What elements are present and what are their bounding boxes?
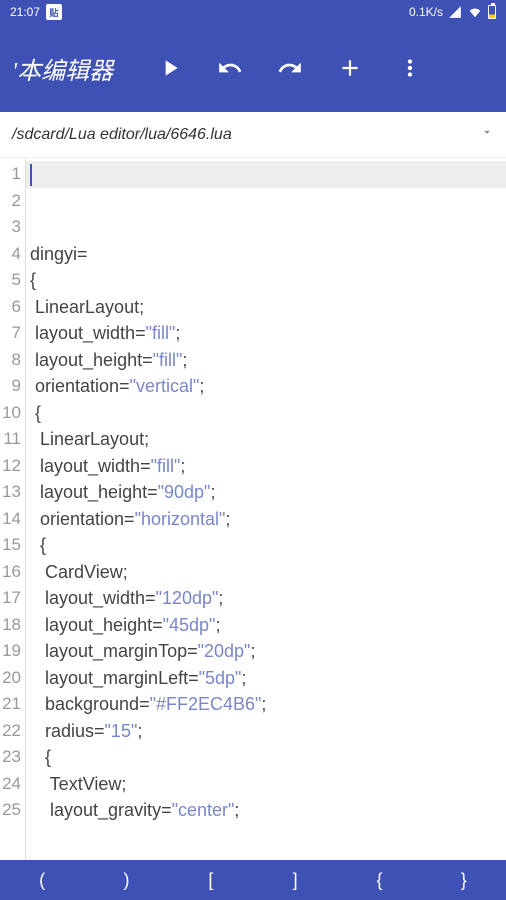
status-time: 21:07: [10, 5, 40, 19]
line-number: 11: [0, 426, 25, 453]
code-line[interactable]: LinearLayout;: [30, 294, 506, 321]
code-line[interactable]: dingyi=: [30, 241, 506, 268]
line-number: 12: [0, 453, 25, 480]
line-number: 24: [0, 771, 25, 798]
code-line[interactable]: layout_width="fill";: [30, 320, 506, 347]
line-number: 4: [0, 241, 25, 268]
symbol-key[interactable]: {: [337, 860, 421, 900]
line-number: 3: [0, 214, 25, 241]
code-line[interactable]: CardView;: [30, 559, 506, 586]
code-line[interactable]: {: [30, 532, 506, 559]
line-gutter: 1234567891011121314151617181920212223242…: [0, 158, 26, 860]
line-number: 16: [0, 559, 25, 586]
app-bar: '本编辑器: [0, 24, 506, 112]
symbol-bar: ()[]{}: [0, 860, 506, 900]
symbol-key[interactable]: [: [169, 860, 253, 900]
line-number: 14: [0, 506, 25, 533]
battery-icon: [488, 5, 496, 19]
code-line[interactable]: [30, 188, 506, 215]
code-line[interactable]: layout_marginTop="20dp";: [30, 638, 506, 665]
line-number: 7: [0, 320, 25, 347]
code-line[interactable]: background="#FF2EC4B6";: [30, 691, 506, 718]
line-number: 21: [0, 691, 25, 718]
run-button[interactable]: [142, 40, 198, 96]
line-number: 2: [0, 188, 25, 215]
code-line[interactable]: layout_marginLeft="5dp";: [30, 665, 506, 692]
line-number: 15: [0, 532, 25, 559]
code-line[interactable]: orientation="horizontal";: [30, 506, 506, 533]
line-number: 22: [0, 718, 25, 745]
code-line[interactable]: [30, 214, 506, 241]
undo-button[interactable]: [202, 40, 258, 96]
code-line[interactable]: orientation="vertical";: [30, 373, 506, 400]
line-number: 25: [0, 797, 25, 824]
code-line[interactable]: layout_height="90dp";: [30, 479, 506, 506]
line-number: 17: [0, 585, 25, 612]
symbol-key[interactable]: (: [0, 860, 84, 900]
line-number: 20: [0, 665, 25, 692]
code-line[interactable]: {: [30, 744, 506, 771]
code-line[interactable]: layout_height="45dp";: [30, 612, 506, 639]
code-line[interactable]: LinearLayout;: [30, 426, 506, 453]
line-number: 19: [0, 638, 25, 665]
code-editor[interactable]: 1234567891011121314151617181920212223242…: [0, 158, 506, 860]
code-line[interactable]: layout_width="fill";: [30, 453, 506, 480]
symbol-key[interactable]: ): [84, 860, 168, 900]
line-number: 6: [0, 294, 25, 321]
code-line[interactable]: layout_width="120dp";: [30, 585, 506, 612]
code-line[interactable]: layout_gravity="center";: [30, 797, 506, 824]
line-number: 18: [0, 612, 25, 639]
code-area[interactable]: dingyi={ LinearLayout; layout_width="fil…: [26, 158, 506, 860]
line-number: 13: [0, 479, 25, 506]
status-badge-icon: 贴: [46, 4, 62, 20]
line-number: 5: [0, 267, 25, 294]
line-number: 10: [0, 400, 25, 427]
line-number: 23: [0, 744, 25, 771]
app-title: '本编辑器: [8, 51, 138, 86]
network-speed: 0.1K/s: [409, 5, 443, 19]
line-number: 9: [0, 373, 25, 400]
path-bar[interactable]: /sdcard/Lua editor/lua/6646.lua: [0, 112, 506, 158]
code-line[interactable]: [30, 161, 506, 188]
code-line[interactable]: layout_height="fill";: [30, 347, 506, 374]
symbol-key[interactable]: }: [422, 860, 506, 900]
symbol-key[interactable]: ]: [253, 860, 337, 900]
wifi-icon: [467, 5, 483, 19]
line-number: 1: [0, 161, 25, 188]
signal-icon: [448, 5, 462, 19]
file-path: /sdcard/Lua editor/lua/6646.lua: [12, 126, 480, 144]
dropdown-icon[interactable]: [480, 125, 494, 144]
code-line[interactable]: TextView;: [30, 771, 506, 798]
code-line[interactable]: {: [30, 400, 506, 427]
code-line[interactable]: {: [30, 267, 506, 294]
more-button[interactable]: [382, 40, 438, 96]
line-number: 8: [0, 347, 25, 374]
code-line[interactable]: radius="15";: [30, 718, 506, 745]
text-cursor: [30, 164, 32, 186]
redo-button[interactable]: [262, 40, 318, 96]
add-button[interactable]: [322, 40, 378, 96]
status-bar: 21:07 贴 0.1K/s: [0, 0, 506, 24]
